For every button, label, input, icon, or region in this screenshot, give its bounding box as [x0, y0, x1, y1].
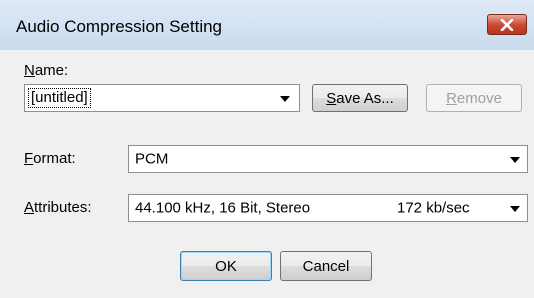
remove-button[interactable]: Remove	[426, 84, 522, 112]
close-icon	[500, 18, 514, 31]
format-select[interactable]: PCM	[128, 145, 528, 173]
attributes-value: 44.100 kHz, 16 Bit, Stereo	[135, 199, 311, 217]
attributes-select[interactable]: 44.100 kHz, 16 Bit, Stereo 172 kb/sec	[128, 194, 528, 222]
audio-compression-dialog: Audio Compression Setting Name: [untitle…	[0, 0, 534, 298]
close-button[interactable]	[487, 14, 527, 35]
remove-label: Remove	[446, 89, 502, 107]
cancel-label: Cancel	[302, 257, 350, 275]
chevron-down-icon	[510, 157, 520, 163]
chevron-down-icon	[510, 206, 520, 212]
save-as-button[interactable]: Save As...	[312, 84, 408, 112]
format-label: Format:	[24, 150, 76, 167]
name-label: Name:	[24, 62, 69, 79]
ok-button[interactable]: OK	[180, 251, 272, 281]
attributes-label: Attributes:	[24, 199, 92, 216]
attributes-rate: 172 kb/sec	[397, 199, 470, 217]
format-value: PCM	[135, 150, 169, 168]
title-bar[interactable]: Audio Compression Setting	[0, 0, 534, 50]
chevron-down-icon	[280, 96, 290, 102]
save-as-label: Save As...	[326, 89, 394, 107]
cancel-button[interactable]: Cancel	[280, 251, 372, 281]
ok-label: OK	[215, 257, 237, 275]
window-title: Audio Compression Setting	[16, 17, 223, 36]
name-select-value: [untitled]	[28, 88, 91, 108]
name-select[interactable]: [untitled]	[24, 84, 300, 112]
